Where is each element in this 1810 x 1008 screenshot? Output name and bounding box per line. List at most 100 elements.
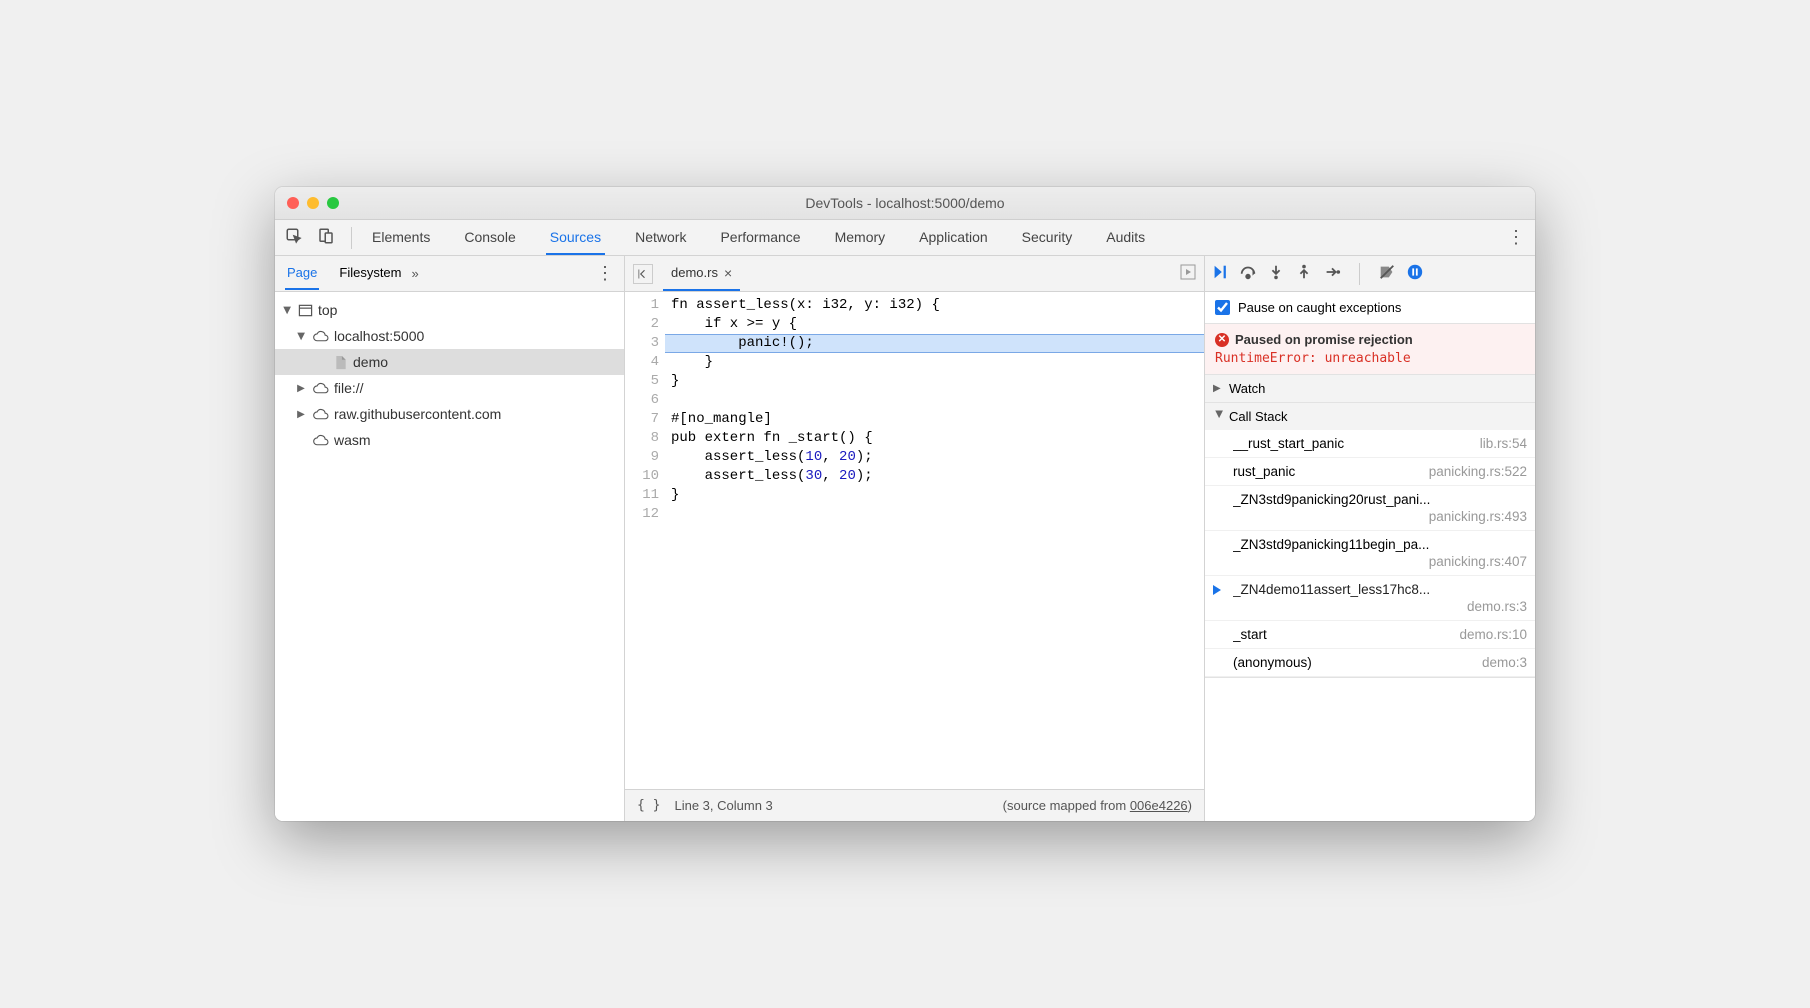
divider [1359,263,1360,285]
tree-item[interactable]: wasm [275,427,624,453]
pretty-print-button[interactable]: { } [637,798,660,813]
tab-memory[interactable]: Memory [831,221,890,255]
frame-location: demo:3 [1482,655,1527,670]
code-editor[interactable]: 123456789101112 fn assert_less(x: i32, y… [625,292,1204,789]
inspect-element-icon[interactable] [285,227,303,248]
chevron-down-icon: ▶ [1214,411,1225,423]
step-button[interactable] [1323,263,1341,284]
main-area: PageFilesystem » ⋮ ▶top▶localhost:5000de… [275,256,1535,821]
call-stack-list: __rust_start_panic lib.rs:54 rust_panicpan… [1205,430,1535,677]
cursor-position: Line 3, Column 3 [674,798,772,813]
code-body[interactable]: fn assert_less(x: i32, y: i32) { if x >=… [665,292,1204,789]
source-map-info: (source mapped from 006e4226) [1003,798,1192,813]
device-toggle-icon[interactable] [317,227,335,248]
navigator-tab-filesystem[interactable]: Filesystem [337,257,403,290]
titlebar: DevTools - localhost:5000/demo [275,187,1535,220]
debug-controls [1205,256,1535,292]
frame-location: panicking.rs:493 [1429,509,1527,524]
editor-pane: demo.rs × 123456789101112 fn assert_less… [625,256,1205,821]
cloud-icon [312,381,329,396]
frame-function: _start [1233,627,1267,642]
frame-function: __rust_start_panic [1233,436,1344,451]
devtools-window: DevTools - localhost:5000/demo Elements C… [275,187,1535,821]
tree-item-label: demo [353,354,388,370]
stack-frame[interactable]: __rust_start_panic lib.rs:54 [1205,430,1535,458]
stack-frame[interactable]: (anonymous) demo:3 [1205,649,1535,677]
frame-function: _ZN4demo11assert_less17hc8... [1233,582,1430,597]
paused-message: ✕ Paused on promise rejection RuntimeErr… [1205,324,1535,375]
tree-item[interactable]: ▶top [275,297,624,323]
tree-item-label: file:// [334,380,364,396]
stack-frame[interactable]: _start demo.rs:10 [1205,621,1535,649]
divider [351,227,352,249]
kebab-menu-icon[interactable]: ⋮ [1507,227,1525,248]
tree-item-label: wasm [334,432,371,448]
deactivate-breakpoints-button[interactable] [1378,263,1396,284]
watch-panel-header[interactable]: ▶ Watch [1205,375,1535,402]
navigator-menu-icon[interactable]: ⋮ [596,263,614,284]
debugger-pane: Pause on caught exceptions ✕ Paused on p… [1205,256,1535,821]
frame-location: demo.rs:3 [1467,599,1527,614]
tree-item-label: localhost:5000 [334,328,424,344]
pause-caught-label: Pause on caught exceptions [1238,300,1401,315]
navigator-header: Page Filesystem » ⋮ [275,256,624,292]
step-over-button[interactable] [1239,263,1257,284]
navigator-more-tabs[interactable]: » [412,266,419,281]
callstack-label: Call Stack [1229,409,1288,424]
cloud-icon [312,433,329,448]
history-nav-button[interactable] [633,264,653,284]
close-tab-icon[interactable]: × [724,265,732,281]
file-tab-demo-rs[interactable]: demo.rs × [663,257,740,291]
callstack-panel-header[interactable]: ▶ Call Stack [1205,403,1535,430]
tab-elements[interactable]: Elements [368,221,434,255]
frame-location: demo.rs:10 [1459,627,1527,642]
tab-application[interactable]: Application [915,221,992,255]
frame-function: _ZN3std9panicking11begin_pa... [1233,537,1429,552]
step-into-button[interactable] [1267,263,1285,284]
line-gutter: 123456789101112 [625,292,665,789]
tab-performance[interactable]: Performance [716,221,804,255]
pause-on-caught-option[interactable]: Pause on caught exceptions [1205,292,1535,324]
watch-label: Watch [1229,381,1265,396]
frame-function: _ZN3std9panicking20rust_pani... [1233,492,1430,507]
frame-location: lib.rs:54 [1480,436,1527,451]
run-snippet-icon[interactable] [1180,264,1196,283]
stack-frame[interactable]: _ZN3std9panicking11begin_pa...panicking.… [1205,531,1535,576]
navigator-tab-page[interactable]: Page [285,257,319,290]
paused-title: Paused on promise rejection [1235,332,1413,347]
window-title: DevTools - localhost:5000/demo [275,195,1535,211]
pause-exceptions-button[interactable] [1406,263,1424,284]
stack-frame[interactable]: rust_panicpanicking.rs:522 [1205,458,1535,486]
tree-item[interactable]: ▶raw.githubusercontent.com [275,401,624,427]
frame-location: panicking.rs:522 [1429,464,1527,479]
tab-console[interactable]: Console [460,221,519,255]
navigator-sidebar: Page Filesystem » ⋮ ▶top▶localhost:5000 de… [275,256,625,821]
tree-item[interactable]: demo [275,349,624,375]
tree-item[interactable]: ▶localhost:5000 [275,323,624,349]
pause-caught-checkbox[interactable] [1215,300,1230,315]
cloud-icon [312,329,329,344]
source-map-link[interactable]: 006e4226 [1130,798,1188,813]
tab-network[interactable]: Network [631,221,690,255]
resume-button[interactable] [1211,263,1229,284]
stack-frame[interactable]: _ZN4demo11assert_less17hc8... demo.rs:3 [1205,576,1535,621]
cloud-icon [312,407,329,422]
frame-icon [298,303,313,318]
file-tree: ▶top▶localhost:5000 demo ▶file://▶raw.gith… [275,292,624,821]
error-icon: ✕ [1215,333,1229,347]
main-toolbar: Elements Console Sources Network Performance… [275,220,1535,256]
stack-frame[interactable]: _ZN3std9panicking20rust_pani... panicking… [1205,486,1535,531]
editor-footer: { } Line 3, Column 3 (source mapped from… [625,789,1204,821]
tab-audits[interactable]: Audits [1102,221,1149,255]
tab-sources[interactable]: Sources [546,221,605,255]
file-icon [334,355,348,370]
step-out-button[interactable] [1295,263,1313,284]
tree-item-label: raw.githubusercontent.com [334,406,501,422]
frame-function: (anonymous) [1233,655,1312,670]
tree-item[interactable]: ▶file:// [275,375,624,401]
frame-location: panicking.rs:407 [1429,554,1527,569]
tab-security[interactable]: Security [1018,221,1077,255]
panel-tabs: Elements Console Sources Network Performance… [368,221,1149,255]
chevron-right-icon: ▶ [1213,383,1225,394]
navigator-tabs: Page Filesystem [285,257,404,290]
